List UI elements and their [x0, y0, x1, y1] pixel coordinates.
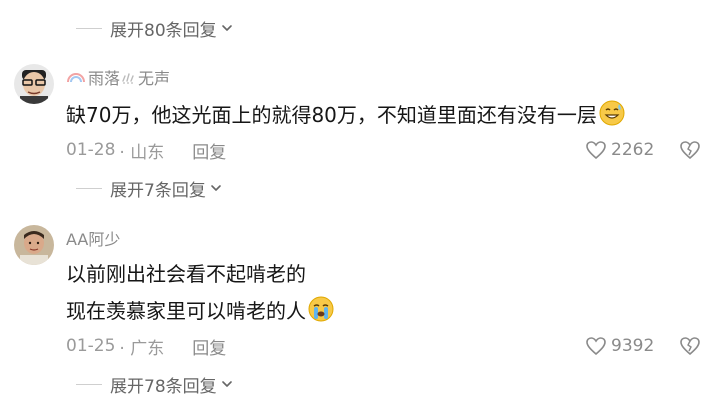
avatar[interactable] — [14, 64, 54, 104]
username-text: 雨落 — [88, 69, 121, 88]
avatar[interactable] — [14, 225, 54, 265]
heart-outline-icon — [586, 337, 606, 356]
username-text: AA阿少 — [66, 230, 121, 249]
rainbow-badge-icon — [67, 73, 85, 83]
username-suffix: 无声 — [138, 69, 171, 88]
reply-button[interactable]: 回复 — [192, 138, 226, 163]
comment-location: · 山东 — [119, 142, 165, 163]
expand-replies-label: 展开78条回复 — [110, 376, 217, 397]
comment-meta: 01-28 · 山东 回复 — [66, 138, 226, 163]
expand-replies[interactable]: 展开78条回复 — [76, 372, 233, 397]
divider-line — [76, 383, 102, 385]
username[interactable]: 雨落 无声 — [66, 66, 170, 88]
expand-replies-label: 展开80条回复 — [110, 20, 217, 41]
comment-line: 以前刚出社会看不起啃老的 — [66, 261, 306, 286]
like-count: 2262 — [611, 140, 655, 160]
username[interactable]: AA阿少 — [66, 227, 120, 249]
reply-button[interactable]: 回复 — [192, 334, 226, 359]
comment-text: 以前刚出社会看不起啃老的 — [66, 257, 306, 287]
comment-date: 01-25 — [66, 336, 116, 356]
dislike-broken-heart-icon[interactable] — [679, 335, 701, 357]
comment-line: 缺70万，他这光面上的就得80万，不知道里面还有没有一层 — [66, 102, 597, 127]
grin-sweat-emoji-icon — [599, 100, 625, 126]
divider-line — [76, 187, 102, 189]
crying-emoji-icon — [308, 296, 334, 322]
heart-outline-icon — [586, 141, 606, 160]
chevron-down-icon — [221, 381, 232, 387]
comment-text: 现在羡慕家里可以啃老的人 — [66, 294, 334, 324]
like-button[interactable]: 9392 — [585, 334, 654, 358]
expand-replies-top[interactable]: 展开80条回复 — [76, 16, 233, 41]
comment-text: 缺70万，他这光面上的就得80万，不知道里面还有没有一层 — [66, 98, 625, 128]
comment-meta: 01-25 · 广东 回复 — [66, 334, 226, 359]
comment-location: · 广东 — [119, 338, 165, 359]
expand-replies-label: 展开7条回复 — [110, 180, 206, 201]
chevron-down-icon — [211, 185, 221, 191]
comment-line: 现在羡慕家里可以啃老的人 — [66, 298, 306, 323]
expand-replies[interactable]: 展开7条回复 — [76, 176, 222, 201]
flame-dots-icon — [122, 73, 134, 84]
comment-date: 01-28 — [66, 140, 116, 160]
dislike-broken-heart-icon[interactable] — [679, 139, 701, 161]
like-count: 9392 — [611, 336, 655, 356]
chevron-down-icon — [221, 25, 232, 31]
divider-line — [76, 27, 102, 29]
like-button[interactable]: 2262 — [585, 138, 654, 162]
